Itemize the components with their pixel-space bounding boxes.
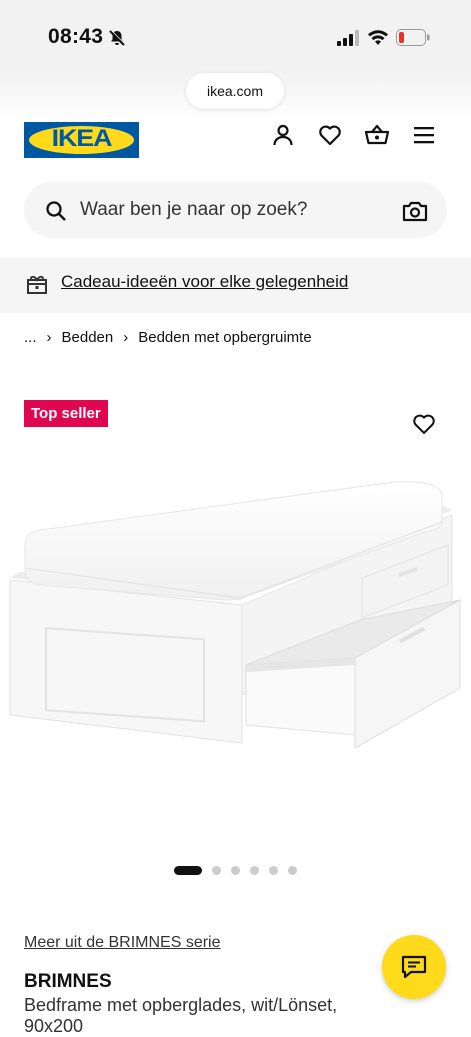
account-button[interactable] [268, 120, 298, 150]
heart-icon [319, 125, 341, 146]
breadcrumb-item[interactable]: ... [24, 329, 37, 346]
menu-button[interactable] [409, 120, 439, 150]
ikea-logo[interactable]: IKEA [24, 122, 139, 158]
chat-button[interactable] [382, 935, 446, 999]
basket-icon [364, 124, 390, 145]
product-description-line: 90x200 [24, 1016, 84, 1036]
promo-link[interactable]: Cadeau-ideeën voor elke gelegenheid [61, 272, 348, 292]
product-image[interactable] [0, 460, 471, 790]
series-link[interactable]: Meer uit de BRIMNES serie [24, 934, 221, 952]
favourites-button[interactable] [315, 120, 345, 150]
battery-icon [396, 29, 430, 46]
heart-icon [413, 414, 435, 434]
add-to-favourites-button[interactable] [406, 406, 442, 442]
url-bar[interactable]: ikea.com [186, 73, 284, 109]
wifi-icon [368, 30, 388, 45]
chat-icon [401, 955, 427, 979]
product-description: Bedframe met opberglades, wit/Lönset, 90… [24, 995, 337, 1037]
chevron-right-icon: › [123, 329, 129, 346]
bell-off-icon [109, 29, 126, 46]
signal-icon [337, 30, 359, 46]
top-seller-badge: Top seller [24, 400, 108, 427]
menu-icon [414, 127, 434, 144]
product-name: BRIMNES [24, 971, 112, 992]
breadcrumb: ... › Bedden › Bedden met opbergruimte [24, 329, 312, 346]
camera-icon[interactable] [402, 199, 428, 223]
status-time: 08:43 [48, 25, 104, 48]
breadcrumb-item[interactable]: Bedden met opbergruimte [138, 329, 311, 346]
account-icon [273, 124, 293, 146]
search-icon [46, 201, 66, 221]
carousel-dot[interactable] [288, 866, 297, 875]
chevron-right-icon: › [46, 329, 52, 346]
search-placeholder: Waar ben je naar op zoek? [80, 199, 308, 220]
carousel-dot[interactable] [231, 866, 240, 875]
image-carousel-indicator[interactable] [174, 866, 297, 875]
url-text: ikea.com [206, 83, 264, 99]
logo-text: IKEA [51, 125, 113, 152]
basket-button[interactable] [362, 120, 392, 150]
product-description-line: Bedframe met opberglades, wit/Lönset, [24, 995, 338, 1015]
carousel-dot[interactable] [250, 866, 259, 875]
carousel-dot[interactable] [269, 866, 278, 875]
gift-icon [27, 275, 47, 294]
breadcrumb-item[interactable]: Bedden [62, 329, 114, 346]
carousel-dot[interactable] [212, 866, 221, 875]
carousel-dot[interactable] [174, 866, 202, 875]
